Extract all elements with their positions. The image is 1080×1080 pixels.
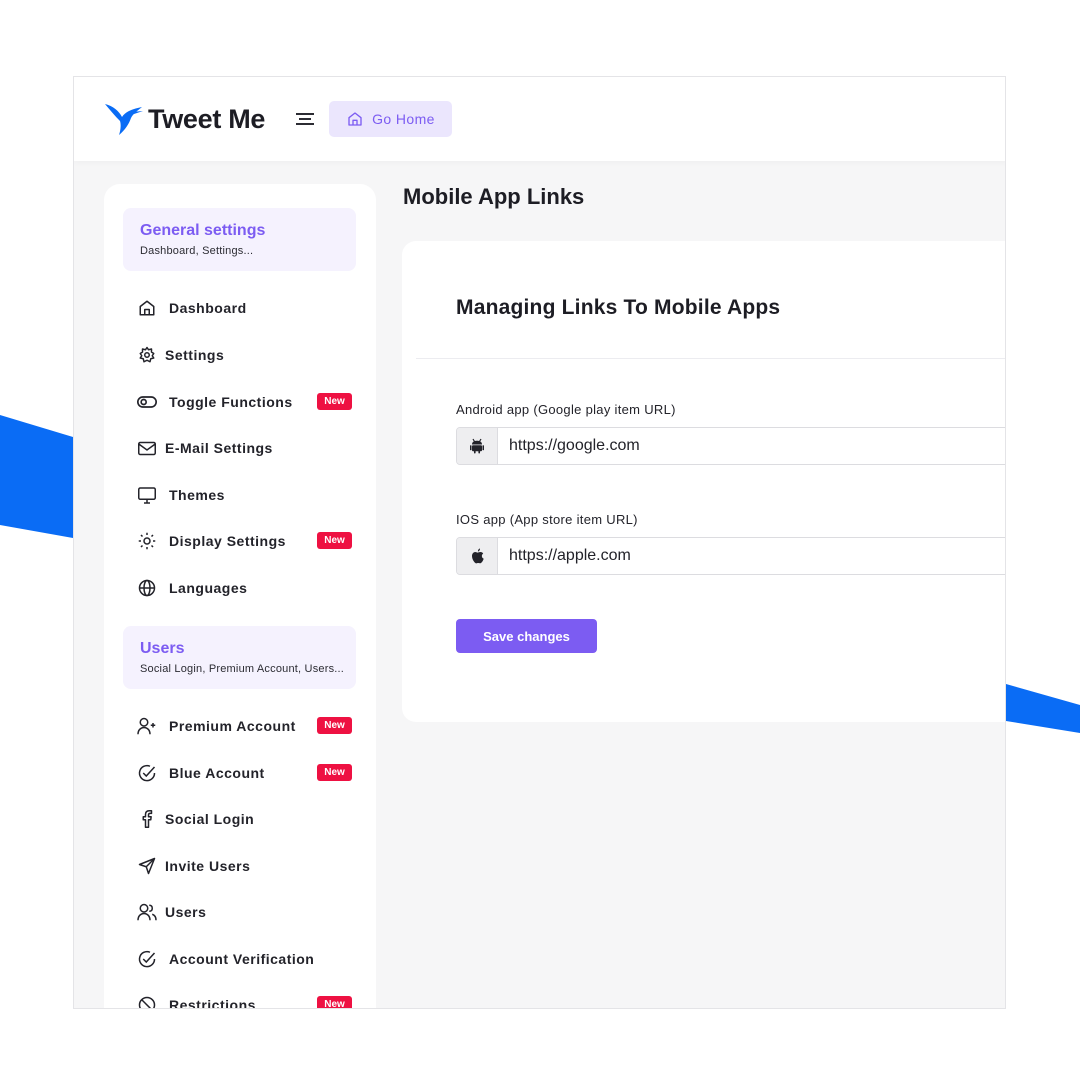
save-changes-button[interactable]: Save changes <box>456 619 597 653</box>
section-subtitle: Dashboard, Settings... <box>140 245 254 257</box>
new-badge: New <box>317 532 352 549</box>
send-icon <box>137 856 157 876</box>
android-url-input[interactable] <box>498 428 1005 464</box>
apple-icon <box>457 538 498 574</box>
sidebar-section-general[interactable]: General settings Dashboard, Settings... <box>123 208 356 271</box>
decorative-blue-shape-right <box>1006 684 1080 733</box>
check-circle-icon <box>137 763 157 783</box>
sidebar-item-label: Restrictions <box>169 997 256 1009</box>
monitor-icon <box>137 485 157 505</box>
android-icon <box>457 428 498 464</box>
new-badge: New <box>317 996 352 1008</box>
section-title: Users <box>140 640 185 657</box>
check-circle-icon <box>137 949 157 969</box>
card-divider <box>416 358 1005 359</box>
screenshot-stage: Tweet Me Go Home General settings Dashbo… <box>0 0 1080 1080</box>
gear-icon <box>137 345 157 365</box>
home-icon <box>348 112 362 126</box>
sidebar-item-toggle-functions[interactable]: Toggle Functions New <box>137 387 352 417</box>
go-home-label: Go Home <box>372 111 435 127</box>
android-url-label: Android app (Google play item URL) <box>456 402 676 417</box>
ios-url-input[interactable] <box>498 538 1005 574</box>
user-plus-icon <box>137 716 157 736</box>
sidebar-item-invite-users[interactable]: Invite Users <box>137 851 352 881</box>
sidebar-item-label: E-Mail Settings <box>165 440 273 456</box>
sidebar-item-account-verification[interactable]: Account Verification <box>137 944 352 974</box>
card-title: Managing Links To Mobile Apps <box>456 296 781 319</box>
section-title: General settings <box>140 222 266 239</box>
sidebar-item-label: Dashboard <box>169 300 247 316</box>
go-home-button[interactable]: Go Home <box>329 101 453 137</box>
sidebar-item-label: Users <box>165 904 207 920</box>
top-bar: Tweet Me Go Home <box>74 77 1005 161</box>
globe-icon <box>137 578 157 598</box>
sidebar-item-premium-account[interactable]: Premium Account New <box>137 711 352 741</box>
app-name: Tweet Me <box>148 103 266 134</box>
sidebar-item-dashboard[interactable]: Dashboard <box>137 293 352 323</box>
toggle-icon <box>137 392 157 412</box>
home-icon <box>137 298 157 318</box>
sidebar-item-label: Invite Users <box>165 858 251 874</box>
sidebar-item-label: Toggle Functions <box>169 394 293 410</box>
mobile-links-card: Managing Links To Mobile Apps Android ap… <box>402 241 1005 722</box>
ios-url-group <box>456 537 1005 575</box>
sidebar-item-themes[interactable]: Themes <box>137 480 352 510</box>
facebook-icon <box>137 809 157 829</box>
new-badge: New <box>317 717 352 734</box>
section-subtitle: Social Login, Premium Account, Users... <box>140 663 345 675</box>
app-logo[interactable]: Tweet Me <box>104 101 265 137</box>
decorative-blue-shape-left <box>0 415 73 538</box>
new-badge: New <box>317 764 352 781</box>
page-title: Mobile App Links <box>403 184 585 209</box>
hummingbird-logo-icon <box>105 104 143 135</box>
sidebar-section-users[interactable]: Users Social Login, Premium Account, Use… <box>123 626 356 689</box>
sidebar-item-settings[interactable]: Settings <box>137 340 352 370</box>
sidebar-item-languages[interactable]: Languages <box>137 573 352 603</box>
sidebar-item-restrictions[interactable]: Restrictions New <box>137 990 352 1009</box>
sidebar-item-label: Settings <box>165 347 225 363</box>
sidebar-item-label: Languages <box>169 580 248 596</box>
new-badge: New <box>317 393 352 410</box>
sidebar-item-label: Themes <box>169 487 225 503</box>
android-url-group <box>456 427 1005 465</box>
ios-url-label: IOS app (App store item URL) <box>456 512 638 527</box>
users-icon <box>137 902 157 922</box>
sidebar-item-label: Premium Account <box>169 718 296 734</box>
menu-lines-icon[interactable] <box>296 112 315 126</box>
mail-icon <box>137 438 157 458</box>
sidebar-item-blue-account[interactable]: Blue Account New <box>137 758 352 788</box>
sidebar-item-users[interactable]: Users <box>137 897 352 927</box>
sidebar-item-label: Blue Account <box>169 765 265 781</box>
sidebar-item-email-settings[interactable]: E-Mail Settings <box>137 433 352 463</box>
sidebar-item-display-settings[interactable]: Display Settings New <box>137 526 352 556</box>
sidebar-item-label: Social Login <box>165 811 255 827</box>
sidebar-item-label: Account Verification <box>169 951 315 967</box>
sun-icon <box>137 531 157 551</box>
sidebar-item-label: Display Settings <box>169 533 286 549</box>
sidebar: General settings Dashboard, Settings... … <box>104 184 376 1009</box>
sidebar-item-social-login[interactable]: Social Login <box>137 804 352 834</box>
ban-icon <box>137 995 157 1008</box>
app-window: Tweet Me Go Home General settings Dashbo… <box>73 76 1006 1009</box>
